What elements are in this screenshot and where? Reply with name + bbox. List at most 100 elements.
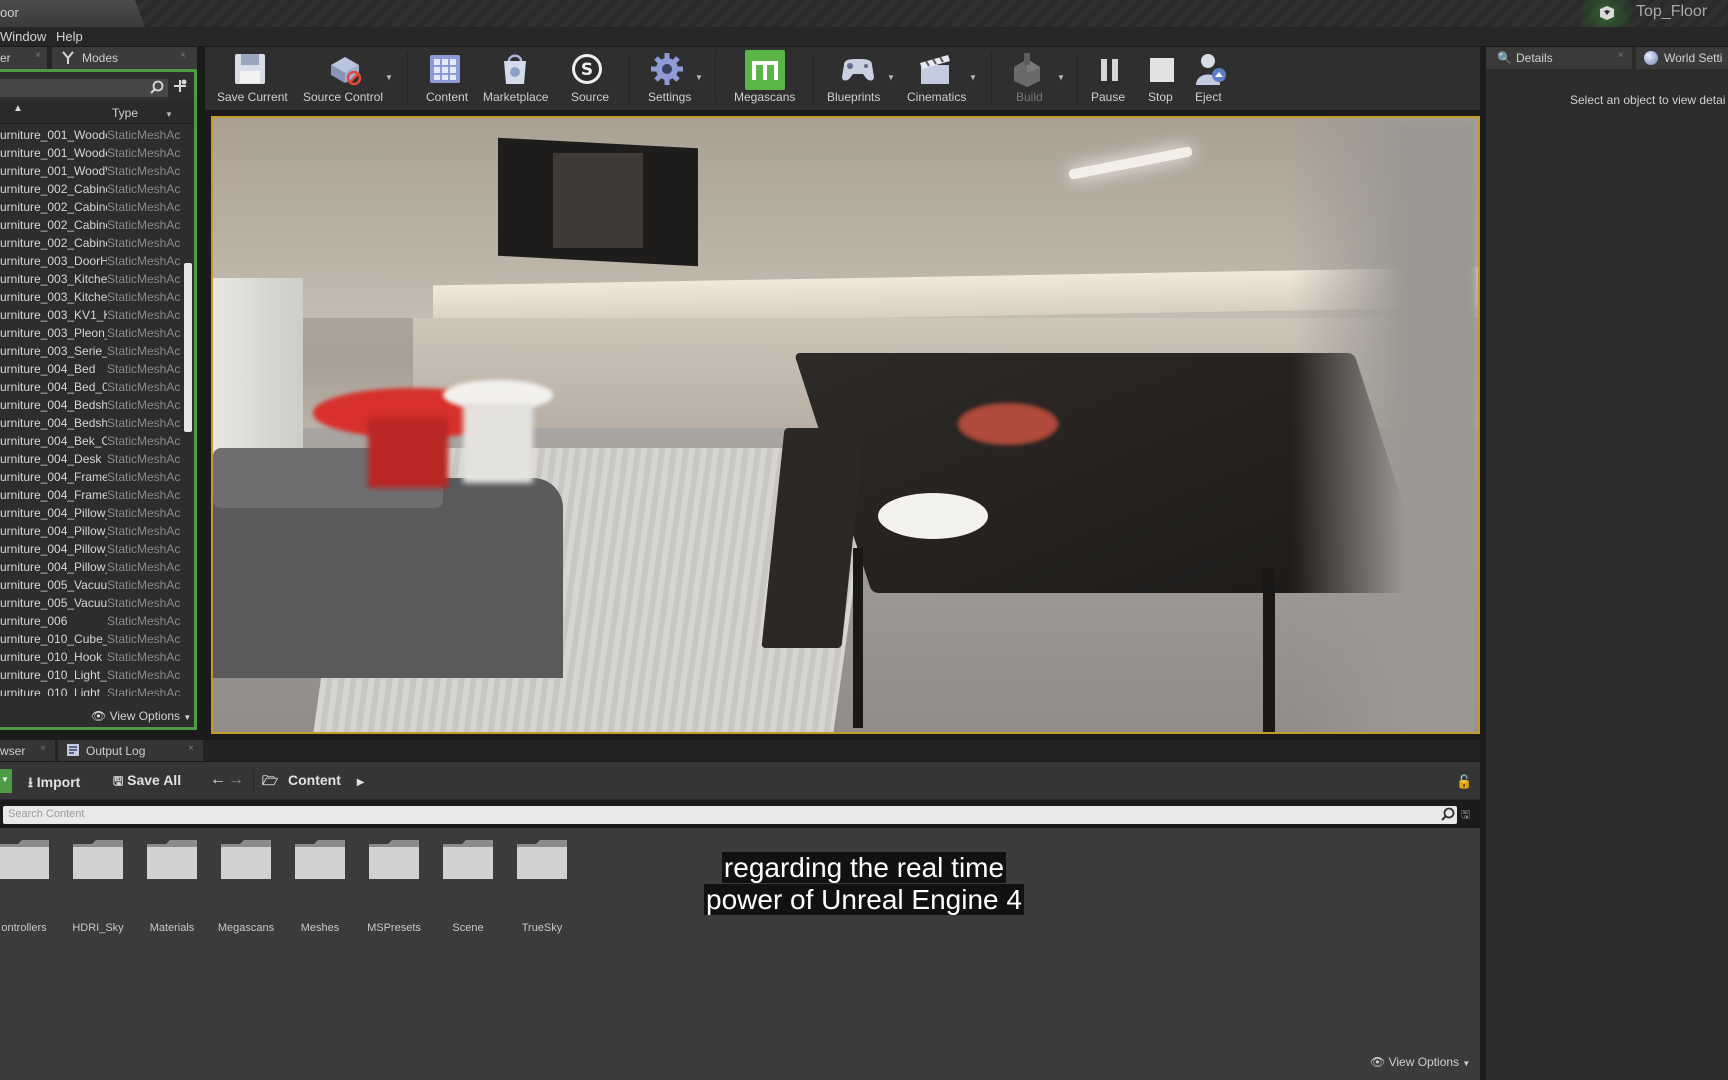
source-control-label: Source Control xyxy=(303,90,384,104)
outliner-scrollbar[interactable] xyxy=(184,263,192,432)
outliner-row[interactable]: urniture_004_Frame_ StaticMeshAc xyxy=(0,468,181,486)
viewport-plate xyxy=(878,493,988,539)
outliner-row-type: StaticMeshAc xyxy=(107,236,181,250)
settings-button[interactable]: Settings ▼ xyxy=(635,47,707,110)
outliner-row[interactable]: urniture_004_Bek_Cl StaticMeshAc xyxy=(0,432,181,450)
cinematics-button[interactable]: Cinematics ▼ xyxy=(899,47,981,110)
stop-button[interactable]: Stop xyxy=(1135,47,1185,110)
lock-icon[interactable]: 🔓 xyxy=(1456,774,1472,790)
outliner-row[interactable]: urniture_004_Bed_0 StaticMeshAc xyxy=(0,378,181,396)
outliner-row[interactable]: urniture_003_Kitcher StaticMeshAc xyxy=(0,270,181,288)
blueprints-button[interactable]: Blueprints ▼ xyxy=(819,47,899,110)
outliner-list: urniture_001_Woode StaticMeshAc urniture_0… xyxy=(0,126,181,696)
outliner-row[interactable]: urniture_004_Frame_ StaticMeshAc xyxy=(0,486,181,504)
document-tab[interactable]: oor xyxy=(0,0,145,27)
sort-ascending-icon[interactable]: ▲ xyxy=(13,103,23,114)
outliner-row[interactable]: urniture_003_Kitcher StaticMeshAc xyxy=(0,288,181,306)
outliner-row[interactable]: urniture_004_Desk StaticMeshAc xyxy=(0,450,181,468)
outliner-row[interactable]: urniture_010_Hook StaticMeshAc xyxy=(0,648,181,666)
save-all-button[interactable]: 🖫 Save All xyxy=(113,772,181,793)
tab-close-icon[interactable]: × xyxy=(40,743,46,754)
eject-label: Eject xyxy=(1195,90,1222,104)
outliner-row[interactable]: urniture_004_Bedsh StaticMeshAc xyxy=(0,414,181,432)
level-viewport[interactable] xyxy=(211,116,1480,734)
save-current-button[interactable]: Save Current xyxy=(205,47,295,110)
content-browser-icon xyxy=(427,51,463,87)
chevron-down-icon[interactable]: ▼ xyxy=(165,110,173,119)
outliner-row[interactable]: urniture_005_Vacuu StaticMeshAc xyxy=(0,576,181,594)
chevron-down-icon[interactable]: ▼ xyxy=(1057,73,1065,82)
chevron-down-icon[interactable]: ▼ xyxy=(695,73,703,82)
content-view-options[interactable]: 👁 View Options ▼ xyxy=(1370,1055,1470,1069)
outliner-footer: 👁 View Options ▼ xyxy=(0,702,194,730)
chevron-down-icon[interactable]: ▼ xyxy=(385,73,393,82)
outliner-row[interactable]: urniture_004_Pillow_ StaticMeshAc xyxy=(0,558,181,576)
outliner-row[interactable]: urniture_001_Woode StaticMeshAc xyxy=(0,126,181,144)
source-label: Source xyxy=(571,90,610,104)
outliner-row[interactable]: urniture_003_KV1_K StaticMeshAc xyxy=(0,306,181,324)
outliner-row[interactable]: urniture_004_Pillow_ StaticMeshAc xyxy=(0,522,181,540)
column-header-type[interactable]: Type xyxy=(112,106,138,120)
outliner-row[interactable]: urniture_002_Cabine StaticMeshAc xyxy=(0,180,181,198)
source-control-button[interactable]: Source Control ▼ xyxy=(297,47,397,110)
outliner-row[interactable]: urniture_003_DoorH StaticMeshAc xyxy=(0,252,181,270)
megascans-button[interactable]: Megascans xyxy=(721,47,805,110)
content-button[interactable]: Content xyxy=(413,47,477,110)
menu-help[interactable]: Help xyxy=(56,29,83,44)
search-icon[interactable] xyxy=(1441,807,1455,824)
outliner-row[interactable]: urniture_003_Pleon_ StaticMeshAc xyxy=(0,324,181,342)
tab-modes[interactable]: Modes × xyxy=(52,47,197,69)
add-folder-icon[interactable] xyxy=(172,78,188,98)
outliner-row[interactable]: urniture_004_Bedsh StaticMeshAc xyxy=(0,396,181,414)
outliner-row-name: urniture_004_Pillow_ xyxy=(0,524,107,538)
back-arrow-icon[interactable]: ← xyxy=(210,771,226,789)
outliner-row-name: urniture_010_Cube_ xyxy=(0,632,107,646)
save-search-icon[interactable]: 🖫 xyxy=(1461,806,1470,825)
outliner-row[interactable]: urniture_002_Cabine StaticMeshAc xyxy=(0,216,181,234)
tab-content-browser[interactable]: wser × xyxy=(0,740,55,761)
outliner-row[interactable]: urniture_004_Pillow_ StaticMeshAc xyxy=(0,540,181,558)
outliner-search-input[interactable] xyxy=(0,79,168,97)
tab-close-icon[interactable]: × xyxy=(188,743,194,754)
outliner-row[interactable]: urniture_010_Cube_ StaticMeshAc xyxy=(0,630,181,648)
marketplace-button[interactable]: Marketplace xyxy=(477,47,553,110)
outliner-row-name: urniture_004_Bek_Cl xyxy=(0,434,107,448)
tab-close-icon[interactable]: × xyxy=(180,50,186,61)
forward-arrow-icon[interactable]: → xyxy=(228,771,244,789)
breadcrumb[interactable]: 🗁 Content ▶ xyxy=(262,772,365,794)
search-icon[interactable] xyxy=(150,80,164,97)
source-button[interactable]: S Source xyxy=(555,47,619,110)
chevron-right-icon[interactable]: ▶ xyxy=(357,777,365,788)
outliner-row[interactable]: urniture_002_Cabine StaticMeshAc xyxy=(0,234,181,252)
add-new-button[interactable]: ▼ xyxy=(0,769,12,793)
import-button[interactable]: ⭳ Import xyxy=(28,772,80,796)
tab-world-outliner[interactable]: er × xyxy=(0,47,47,69)
pause-button[interactable]: Pause xyxy=(1083,47,1135,110)
outliner-view-options[interactable]: 👁 View Options ▼ xyxy=(91,709,191,723)
outliner-row[interactable]: urniture_010_Light_ StaticMeshAc xyxy=(0,666,181,684)
content-search-input[interactable]: Search Content xyxy=(3,806,1457,824)
eject-button[interactable]: Eject xyxy=(1185,47,1237,110)
tab-output-log[interactable]: Output Log × xyxy=(58,740,203,761)
outliner-row[interactable]: urniture_004_Bed StaticMeshAc xyxy=(0,360,181,378)
outliner-row[interactable]: urniture_005_Vacuu StaticMeshAc xyxy=(0,594,181,612)
tab-details[interactable]: 🔍 Details × xyxy=(1486,47,1632,69)
tab-close-icon[interactable]: × xyxy=(35,50,41,61)
outliner-row-name: urniture_003_Kitcher xyxy=(0,290,107,304)
viewport-white-stool-base xyxy=(463,403,533,483)
tab-close-icon[interactable]: × xyxy=(1618,50,1624,61)
outliner-row[interactable]: urniture_010_Light_ StaticMeshAc xyxy=(0,684,181,696)
outliner-row[interactable]: urniture_003_Serie_ StaticMeshAc xyxy=(0,342,181,360)
chevron-down-icon[interactable]: ▼ xyxy=(887,73,895,82)
outliner-row[interactable]: urniture_001_WoodW StaticMeshAc xyxy=(0,162,181,180)
outliner-row[interactable]: urniture_006 StaticMeshAc xyxy=(0,612,181,630)
outliner-row[interactable]: urniture_004_Pillow_ StaticMeshAc xyxy=(0,504,181,522)
viewport-doorway-inner xyxy=(553,153,643,248)
outliner-row[interactable]: urniture_002_Cabine StaticMeshAc xyxy=(0,198,181,216)
outliner-row[interactable]: urniture_001_Woode StaticMeshAc xyxy=(0,144,181,162)
menu-window[interactable]: Window xyxy=(0,29,46,44)
project-badge[interactable]: Top_Floor xyxy=(1578,0,1728,42)
build-button[interactable]: Build ▼ xyxy=(997,47,1069,110)
tab-world-settings[interactable]: World Setti xyxy=(1636,47,1728,69)
chevron-down-icon[interactable]: ▼ xyxy=(969,73,977,82)
